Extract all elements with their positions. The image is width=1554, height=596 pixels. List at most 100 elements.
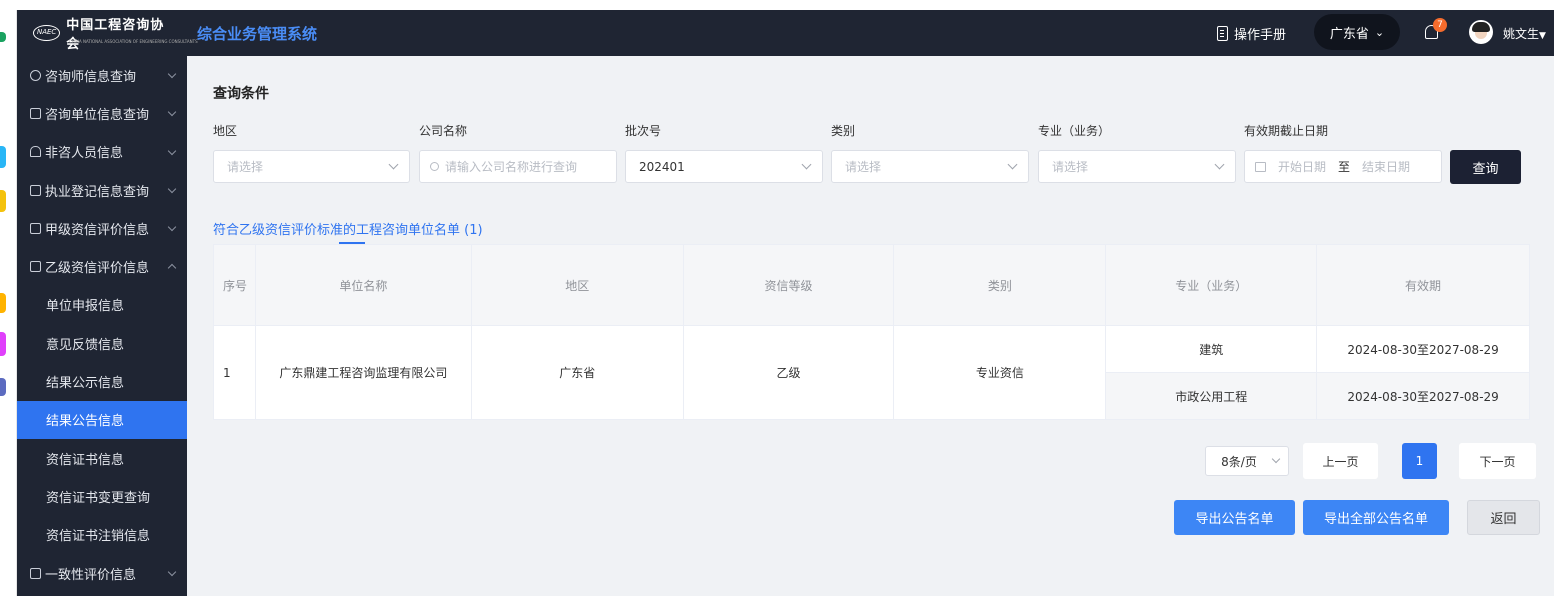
- major-label: 专业（业务）: [1038, 124, 1111, 138]
- column-header: 类别: [893, 244, 1107, 326]
- certificate-icon: [30, 261, 41, 273]
- export-all-button[interactable]: 导出全部公告名单: [1303, 500, 1449, 535]
- side-app-icon: [0, 332, 6, 356]
- chevron-down-icon: [167, 146, 177, 155]
- logo-english-text: CHINA NATIONAL ASSOCIATION OF ENGINEERIN…: [69, 39, 198, 44]
- avatar-hair: [1472, 22, 1490, 32]
- browser-side-strip: [0, 10, 17, 596]
- page-number-current[interactable]: 1: [1402, 443, 1437, 479]
- chevron-down-icon: [1214, 159, 1225, 170]
- sidebar-item-registration[interactable]: 执业登记信息查询: [17, 171, 187, 209]
- chevron-down-icon: ⌄: [1374, 25, 1385, 39]
- province-selector[interactable]: 广东省 ⌄: [1314, 14, 1400, 50]
- sidebar-item-label: 执业登记信息查询: [45, 184, 150, 200]
- back-button[interactable]: 返回: [1467, 500, 1540, 535]
- category-label: 类别: [831, 124, 856, 138]
- user-name: 姚文生: [1503, 27, 1540, 41]
- chevron-down-icon: [801, 159, 812, 170]
- major-select[interactable]: 请选择: [1038, 150, 1236, 183]
- document-icon: [30, 184, 41, 196]
- content-panel: 查询条件 地区 公司名称 批次号 类别 专业（业务） 有效期截止日期 请选择 请…: [197, 66, 1540, 594]
- sidebar: 咨询师信息查询 咨询单位信息查询 非咨人员信息 执业登记信息查询 甲级资信评价信…: [17, 56, 187, 596]
- sidebar-item-consistency[interactable]: 一致性评价信息: [17, 554, 187, 592]
- system-title: 综合业务管理系统: [197, 25, 318, 43]
- side-app-icon: [0, 378, 6, 396]
- sidebar-item-grade-a[interactable]: 甲级资信评价信息: [17, 209, 187, 247]
- sidebar-subitem-certificate-change[interactable]: 资信证书变更查询: [17, 477, 187, 515]
- sidebar-subitem-result-announcement[interactable]: 结果公告信息: [17, 400, 187, 439]
- end-date-input[interactable]: 结束日期: [1362, 158, 1410, 175]
- logo[interactable]: NAEC 中国工程咨询协会 CHINA NATIONAL ASSOCIATION…: [33, 18, 198, 52]
- prev-page-button[interactable]: 上一页: [1303, 443, 1378, 479]
- company-search-input[interactable]: 请输入公司名称进行查询: [419, 150, 617, 183]
- chevron-down-icon: [388, 159, 399, 170]
- chevron-down-icon: [167, 108, 177, 117]
- users-icon: [30, 146, 41, 158]
- chevron-down-icon: [167, 69, 177, 79]
- side-app-icon: [0, 293, 6, 313]
- book-icon: [1217, 26, 1228, 41]
- manual-link[interactable]: 操作手册: [1217, 24, 1286, 43]
- company-name-cell: 广东鼎建工程咨询监理有限公司: [254, 325, 472, 420]
- region-cell: 广东省: [470, 325, 684, 420]
- side-app-icon: [0, 190, 6, 212]
- results-table: 序号 单位名称 地区 资信等级 类别 专业（业务） 有效期 1 广东鼎建工程咨询…: [213, 244, 1530, 420]
- sidebar-item-grade-b[interactable]: 乙级资信评价信息: [17, 247, 187, 285]
- column-header: 地区: [470, 244, 684, 326]
- side-app-icon: [0, 32, 6, 42]
- batch-value: 202401: [639, 159, 685, 174]
- search-icon: [430, 162, 439, 171]
- validity-cell: 2024-08-30至2027-08-29: [1316, 325, 1530, 373]
- major-placeholder: 请选择: [1052, 160, 1089, 174]
- user-menu[interactable]: 姚文生▼: [1503, 25, 1546, 42]
- chevron-down-icon: [1007, 159, 1018, 170]
- chevron-down-icon: [167, 222, 177, 232]
- search-button[interactable]: 查询: [1450, 150, 1521, 184]
- tab-qualified-units[interactable]: 符合乙级资信评价标准的工程咨询单位名单 (1): [213, 219, 483, 238]
- table-row[interactable]: 1 广东鼎建工程咨询监理有限公司 广东省 乙级 专业资信 建筑 2024-08-…: [213, 325, 1530, 420]
- range-separator: 至: [1338, 160, 1351, 174]
- sidebar-item-label: 一致性评价信息: [45, 567, 137, 583]
- manual-label: 操作手册: [1234, 28, 1287, 43]
- chevron-down-icon: [1271, 454, 1281, 464]
- category-placeholder: 请选择: [845, 160, 882, 174]
- avatar[interactable]: [1469, 20, 1493, 44]
- sidebar-subitem-feedback[interactable]: 意见反馈信息: [17, 324, 187, 362]
- sidebar-subitem-certificate[interactable]: 资信证书信息: [17, 439, 187, 477]
- batch-label: 批次号: [625, 124, 662, 138]
- company-label: 公司名称: [419, 124, 468, 138]
- validity-date-range[interactable]: 开始日期 至 结束日期: [1244, 150, 1442, 183]
- province-label: 广东省: [1329, 26, 1369, 42]
- category-select[interactable]: 请选择: [831, 150, 1029, 183]
- export-button[interactable]: 导出公告名单: [1174, 500, 1295, 535]
- main-content: 查询条件 地区 公司名称 批次号 类别 专业（业务） 有效期截止日期 请选择 请…: [187, 56, 1554, 596]
- sidebar-item-unit-query[interactable]: 咨询单位信息查询: [17, 94, 187, 132]
- row-index: 1: [213, 325, 256, 420]
- certificate-icon: [30, 222, 41, 234]
- sidebar-item-consultant-query[interactable]: 咨询师信息查询: [17, 56, 187, 94]
- chevron-down-icon: [167, 184, 177, 194]
- notification-button[interactable]: 7: [1423, 18, 1447, 43]
- batch-select[interactable]: 202401: [625, 150, 823, 183]
- sidebar-item-non-consultant[interactable]: 非咨人员信息: [17, 133, 187, 171]
- page-size-select[interactable]: 8条/页: [1205, 446, 1289, 476]
- query-title: 查询条件: [213, 86, 269, 102]
- side-app-icon: [0, 146, 6, 168]
- next-page-button[interactable]: 下一页: [1459, 443, 1536, 479]
- region-select[interactable]: 请选择: [213, 150, 410, 183]
- column-header: 单位名称: [254, 244, 472, 326]
- column-header: 有效期: [1316, 244, 1530, 326]
- start-date-input[interactable]: 开始日期: [1278, 158, 1326, 175]
- checkbox-icon: [30, 567, 41, 579]
- validity-cell: 2024-08-30至2027-08-29: [1316, 372, 1530, 420]
- building-icon: [30, 107, 41, 119]
- chevron-down-icon: [167, 567, 177, 577]
- grade-cell: 乙级: [682, 325, 895, 420]
- notification-badge: 7: [1433, 18, 1447, 32]
- category-cell: 专业资信: [893, 325, 1107, 420]
- sidebar-subitem-unit-declaration[interactable]: 单位申报信息: [17, 286, 187, 324]
- sidebar-subitem-certificate-cancel[interactable]: 资信证书注销信息: [17, 516, 187, 554]
- region-label: 地区: [213, 124, 238, 138]
- sidebar-item-label: 非咨人员信息: [45, 146, 124, 162]
- sidebar-subitem-result-publicity[interactable]: 结果公示信息: [17, 362, 187, 400]
